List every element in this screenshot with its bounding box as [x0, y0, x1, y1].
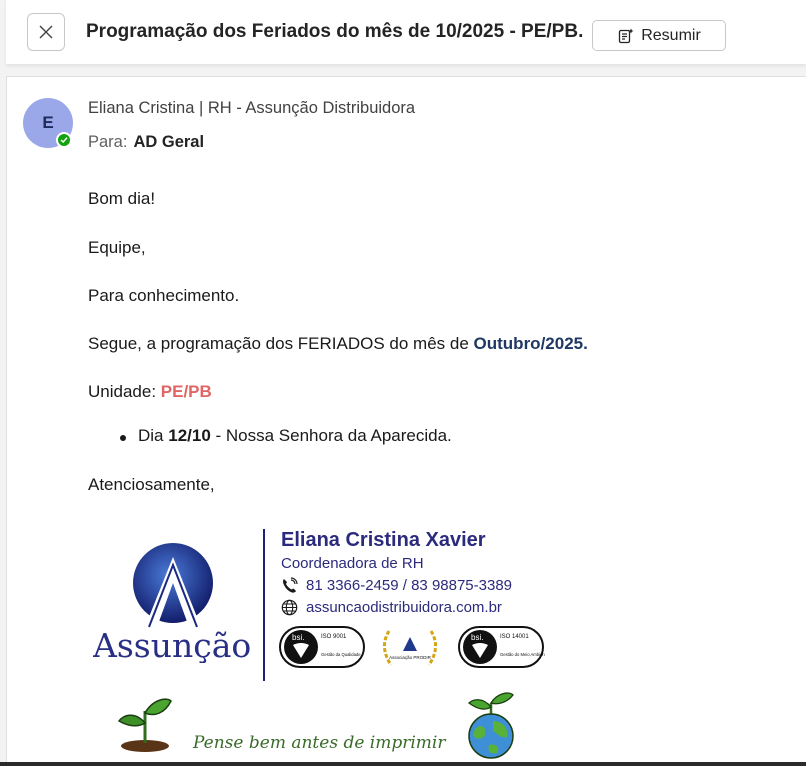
- signature-name: Eliana Cristina Xavier: [281, 529, 486, 551]
- follows-prefix: Segue, a programação dos FERIADOS do mês…: [88, 334, 474, 353]
- unit-label: Unidade:: [88, 382, 161, 401]
- unit-text: Unidade: PE/PB: [88, 382, 212, 402]
- phone-numbers: 81 3366-2459 / 83 98875-3389: [306, 577, 513, 594]
- iso14001-desc: Gestão do Meio Ambiente: [500, 652, 545, 657]
- to-label: Para:: [88, 133, 128, 151]
- company-logo-text: Assunção: [93, 626, 251, 663]
- company-logo: Assunção: [92, 543, 259, 668]
- globe-web-icon: [281, 599, 298, 616]
- summarize-icon: [619, 28, 634, 43]
- iso9001-code: ISO 9001: [321, 634, 347, 640]
- message-card: E Eliana Cristina | RH - Assunção Distri…: [6, 76, 806, 766]
- holiday-name: - Nossa Senhora da Aparecida.: [210, 426, 452, 445]
- recipient-name[interactable]: AD Geral: [133, 133, 204, 151]
- bullet-icon: [120, 435, 126, 441]
- presence-available-icon: [56, 132, 72, 148]
- summarize-button[interactable]: Resumir: [592, 20, 726, 51]
- recipient-line: Para: AD Geral: [88, 133, 204, 152]
- sender-name[interactable]: Eliana Cristina | RH - Assunção Distribu…: [88, 99, 415, 118]
- iso-14001-badge: bsi. ISO 14001 Gestão do Meio Ambiente: [458, 626, 549, 668]
- eco-slogan: Pense bem antes de imprimir: [193, 733, 446, 753]
- summarize-label: Resumir: [641, 26, 701, 44]
- holiday-item: Dia 12/10 - Nossa Senhora da Aparecida.: [138, 426, 452, 446]
- plant-icon: [117, 693, 173, 758]
- bottom-edge: [0, 762, 806, 766]
- team-text: Equipe,: [88, 238, 146, 257]
- eco-globe-icon: [463, 689, 519, 766]
- message-subject: Programação dos Feriados do mês de 10/20…: [86, 21, 584, 42]
- follows-text: Segue, a programação dos FERIADOS do mês…: [88, 334, 588, 354]
- holiday-date: 12/10: [168, 426, 211, 445]
- prodir-label: Associação PRODIR: [389, 655, 432, 660]
- close-icon: [39, 25, 53, 39]
- follows-month: Outubro/2025.: [473, 334, 588, 353]
- phone-icon: [283, 577, 298, 593]
- info-text: Para conhecimento.: [88, 286, 240, 305]
- bsi-label-2: bsi.: [471, 633, 483, 642]
- unit-value: PE/PB: [160, 382, 212, 401]
- close-button[interactable]: [27, 13, 65, 51]
- avatar-initial: E: [42, 113, 54, 132]
- signature-divider: [263, 529, 265, 681]
- prodir-badge: Associação PRODIR: [383, 630, 437, 666]
- iso14001-code: ISO 14001: [500, 634, 529, 640]
- signature-role: Coordenadora de RH: [281, 555, 424, 572]
- website-link[interactable]: assuncaodistribuidora.com.br: [306, 599, 502, 616]
- iso9001-desc: Gestão da Qualidade: [321, 652, 361, 657]
- signature-phones: 81 3366-2459 / 83 98875-3389: [281, 577, 512, 594]
- greeting-text: Bom dia!: [88, 189, 156, 208]
- bsi-label: bsi.: [292, 633, 304, 642]
- message-header: Programação dos Feriados do mês de 10/20…: [6, 0, 806, 65]
- signature-website: assuncaodistribuidora.com.br: [281, 599, 502, 616]
- iso-9001-badge: bsi. ISO 9001 Gestão da Qualidade: [279, 626, 365, 668]
- holiday-prefix: Dia: [138, 426, 169, 445]
- certification-badges: bsi. ISO 9001 Gestão da Qualidade Associ…: [279, 623, 549, 676]
- closing-text: Atenciosamente,: [88, 475, 215, 494]
